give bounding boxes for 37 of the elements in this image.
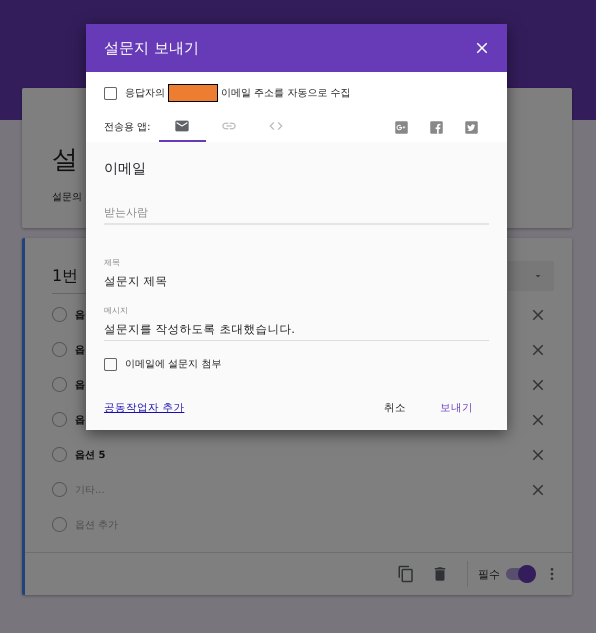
send-button[interactable]: 보내기 — [430, 395, 483, 421]
radio-button[interactable] — [52, 447, 67, 462]
form-description: 설문의 — [52, 191, 82, 204]
radio-button[interactable] — [52, 342, 67, 357]
option-label: 옵 — [75, 308, 85, 322]
section-title: 이메일 — [104, 160, 147, 178]
mail-icon — [174, 118, 190, 134]
checkbox-label: 응답자의 — [125, 87, 165, 100]
radio-button[interactable] — [52, 377, 67, 392]
required-label: 필수 — [478, 566, 500, 582]
facebook-icon[interactable] — [429, 120, 444, 134]
add-collaborators-link[interactable]: 공동작업자 추가 — [104, 401, 374, 415]
checkbox[interactable] — [104, 358, 117, 370]
checkbox[interactable] — [104, 86, 117, 100]
checkbox-label: 이메일 주소를 자동으로 수집 — [221, 87, 351, 100]
google-plus-icon[interactable] — [394, 120, 409, 134]
option-label: 옵 — [75, 378, 85, 392]
radio-button[interactable] — [52, 517, 67, 532]
send-via-label: 전송용 앱: — [104, 121, 151, 134]
redaction-box — [168, 84, 218, 102]
option-label: 옵션 5 — [75, 448, 106, 462]
copy-icon[interactable] — [397, 565, 415, 583]
form-title: 설 — [52, 144, 78, 176]
cancel-button[interactable]: 취소 — [374, 395, 416, 421]
checkbox-label: 이메일에 설문지 첨부 — [125, 358, 222, 371]
radio-button[interactable] — [52, 412, 67, 427]
question-title[interactable]: 1번 — [52, 266, 78, 287]
radio-button[interactable] — [52, 482, 67, 497]
radio-button[interactable] — [52, 307, 67, 322]
message-field[interactable]: 설문지를 작성하도록 초대했습니다. — [104, 322, 489, 341]
option-label: 옵 — [75, 344, 85, 356]
twitter-icon[interactable] — [464, 120, 479, 134]
dialog-title: 설문지 보내기 — [104, 38, 199, 58]
field-label: 제목 — [104, 257, 121, 268]
field-label: 메시지 — [104, 305, 129, 316]
option-label: 옵 — [75, 414, 85, 426]
subject-field[interactable]: 설문지 제목 — [104, 274, 489, 289]
